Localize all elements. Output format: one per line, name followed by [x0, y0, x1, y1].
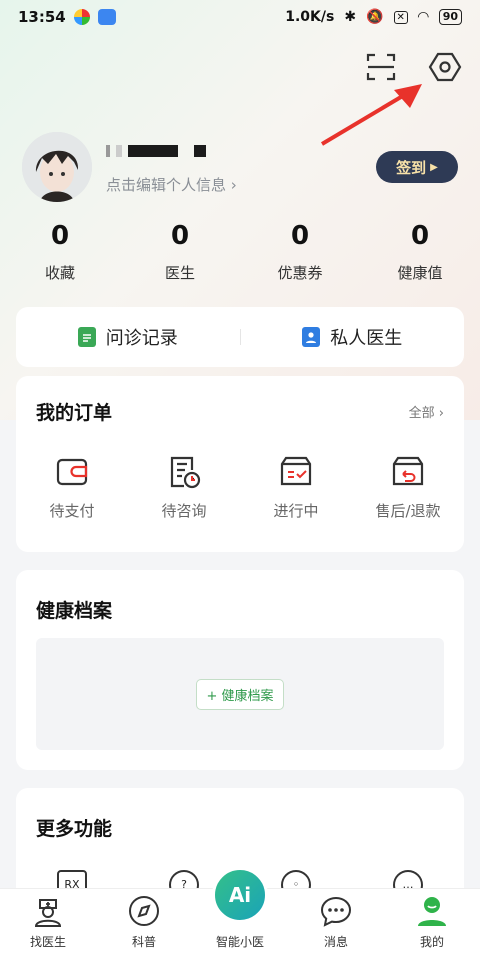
tab-label: 消息 — [323, 935, 348, 949]
tab-messages[interactable]: 消息 — [288, 889, 384, 960]
doctor-badge-icon — [302, 327, 321, 347]
orders-title: 我的订单 — [36, 402, 113, 424]
add-health-record-button[interactable]: + 健康档案 — [196, 678, 284, 710]
box-return-icon — [392, 456, 424, 486]
network-speed: 1.0K/s — [285, 9, 335, 25]
chevron-right-icon: › — [230, 175, 237, 194]
stat-value: 0 — [290, 221, 310, 251]
order-after-sales-refund[interactable]: 售后/退款 — [352, 454, 464, 521]
status-time: 13:54 — [18, 8, 66, 26]
avatar[interactable] — [22, 132, 92, 202]
chevron-right-icon: › — [438, 406, 444, 421]
calendar-icon — [77, 327, 96, 347]
scan-icon[interactable] — [364, 50, 398, 84]
bluetooth-icon: ✱ — [344, 9, 357, 25]
order-label: 待支付 — [49, 502, 95, 520]
stat-label: 健康值 — [397, 264, 443, 282]
stats-row: 0 收藏 0 医生 0 优惠券 0 健康值 — [0, 220, 480, 283]
play-arrow-icon: ▶ — [430, 161, 438, 173]
quick-links-card: 问诊记录 私人医生 — [16, 307, 464, 367]
signin-label: 签到 — [396, 158, 427, 177]
health-records-empty-area: + 健康档案 — [36, 638, 444, 750]
tab-smart-doctor[interactable]: Ai 智能小医 — [192, 867, 288, 960]
stat-value: 0 — [50, 221, 70, 251]
stat-value: 0 — [170, 221, 190, 251]
tab-label: 智能小医 — [215, 935, 264, 949]
stat-favorites[interactable]: 0 收藏 — [0, 220, 120, 283]
no-sim-icon: ✕ — [393, 10, 408, 24]
tab-mine[interactable]: 我的 — [384, 889, 480, 960]
username-masked — [106, 140, 376, 162]
bottom-tab-bar: 找医生 科普 Ai 智能小医 消息 我的 — [0, 867, 480, 960]
stat-health-points[interactable]: 0 健康值 — [360, 220, 480, 283]
order-label: 售后/退款 — [375, 502, 441, 520]
order-label: 进行中 — [273, 502, 319, 520]
private-doctor-label: 私人医生 — [330, 328, 403, 349]
box-check-icon — [280, 456, 312, 486]
stat-label: 医生 — [164, 264, 195, 282]
status-bar: 13:54 1.0K/s ✱ 🔕 ✕ ◠ 90 — [0, 0, 480, 34]
order-in-progress[interactable]: 进行中 — [240, 454, 352, 521]
health-records-card: 健康档案 + 健康档案 — [16, 570, 464, 770]
app-notification-icon — [73, 9, 90, 25]
stat-value: 0 — [410, 221, 430, 251]
all-orders-label: 全部 — [408, 406, 435, 421]
ai-icon: Ai — [212, 867, 268, 923]
compass-icon — [129, 896, 159, 926]
mute-icon: 🔕 — [366, 9, 384, 25]
more-features-title: 更多功能 — [36, 818, 113, 840]
tab-label: 找医生 — [29, 935, 66, 949]
health-records-title: 健康档案 — [36, 600, 113, 622]
all-orders-link[interactable]: 全部 › — [409, 402, 444, 421]
battery-icon: 90 — [438, 9, 462, 25]
document-clock-icon — [170, 456, 201, 489]
settings-hexagon-icon[interactable] — [428, 50, 462, 84]
private-doctor-button[interactable]: 私人医生 — [241, 324, 465, 350]
order-label: 待咨询 — [161, 502, 207, 520]
wifi-icon: ◠ — [417, 9, 429, 25]
stat-label: 收藏 — [44, 264, 75, 282]
consultation-records-button[interactable]: 问诊记录 — [16, 324, 240, 350]
tab-label: 科普 — [131, 935, 156, 949]
cloud-notification-icon — [97, 9, 116, 25]
tab-label: 我的 — [419, 935, 444, 949]
doctor-icon — [34, 899, 62, 927]
tab-find-doctor[interactable]: 找医生 — [0, 889, 96, 960]
edit-profile-label: 点击编辑个人信息 — [106, 175, 227, 194]
stat-label: 优惠券 — [277, 264, 323, 282]
consultation-records-label: 问诊记录 — [105, 328, 178, 349]
edit-profile-link[interactable]: 点击编辑个人信息 › — [106, 174, 376, 195]
signin-button[interactable]: 签到 ▶ — [376, 151, 458, 183]
wallet-icon — [56, 458, 88, 486]
order-pending-payment[interactable]: 待支付 — [16, 454, 128, 521]
chat-icon — [320, 896, 352, 927]
tab-science[interactable]: 科普 — [96, 889, 192, 960]
order-pending-consultation[interactable]: 待咨询 — [128, 454, 240, 521]
profile-header[interactable]: 点击编辑个人信息 › 签到 ▶ — [22, 132, 458, 202]
stat-coupons[interactable]: 0 优惠券 — [240, 220, 360, 283]
stat-doctors[interactable]: 0 医生 — [120, 220, 240, 283]
orders-card: 我的订单 全部 › 待支付 待咨询 进行中 售后/退款 — [16, 376, 464, 552]
profile-icon — [418, 897, 446, 926]
